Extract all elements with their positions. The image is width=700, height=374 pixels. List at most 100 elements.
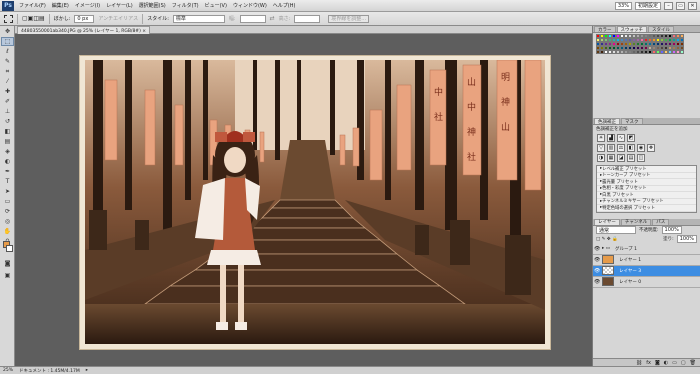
gradient-map-icon[interactable]: ▤	[627, 154, 635, 162]
visibility-eye-icon[interactable]: 👁	[594, 268, 600, 274]
quick-mask-icon[interactable]: ◙	[1, 259, 14, 268]
tab-masks[interactable]: マスク	[621, 118, 643, 125]
layer-row[interactable]: 👁 レイヤー 1	[593, 254, 700, 266]
brush-tool-icon[interactable]: ✐	[1, 97, 14, 106]
preset-label: 特定色域の選択 プリセット	[602, 205, 656, 211]
menu-item[interactable]: 選択範囲(S)	[136, 2, 169, 9]
layer-thumbnail	[602, 255, 614, 264]
tab-layers[interactable]: レイヤー	[594, 218, 620, 225]
width-input[interactable]	[239, 14, 266, 23]
quick-select-icon[interactable]: ✎	[1, 57, 14, 66]
exposure-icon[interactable]: ◩	[627, 134, 635, 142]
3d-camera-icon[interactable]: ◎	[1, 217, 14, 226]
refine-edge-button[interactable]: 境界線を調整...	[328, 14, 370, 23]
tab-swatches[interactable]: スウォッチ	[616, 26, 647, 33]
fill-input[interactable]: 100%	[676, 235, 697, 243]
shape-tool-icon[interactable]: ▭	[1, 197, 14, 206]
rectangular-marquee-icon[interactable]: ⬚	[1, 37, 14, 46]
menu-item[interactable]: レイヤー(L)	[103, 2, 136, 9]
link-icon[interactable]: ⛓	[636, 360, 642, 366]
restore-button[interactable]: ▭	[676, 1, 685, 10]
preset-label: 白黒 プリセット	[602, 192, 634, 198]
marquee-tool-icon[interactable]	[4, 14, 13, 23]
gradient-tool-icon[interactable]: ▤	[1, 137, 14, 146]
document-tab[interactable]: 44803550001ab340.JPG @ 25% (レイヤー 1, RGB/…	[17, 26, 151, 34]
tab-channels[interactable]: チャンネル	[620, 218, 652, 225]
menu-item[interactable]: ファイル(F)	[16, 2, 49, 9]
layer-row[interactable]: 👁 ▸ ▭ グループ 1	[593, 243, 700, 255]
mask-icon[interactable]: ◙	[655, 360, 660, 366]
tab-paths[interactable]: パス	[652, 218, 670, 225]
background-color-swatch[interactable]	[6, 245, 13, 252]
blur-tool-icon[interactable]: ◈	[1, 147, 14, 156]
visibility-eye-icon[interactable]: 👁	[594, 257, 600, 263]
menu-item[interactable]: 編集(E)	[49, 2, 72, 9]
selection-mode-icon[interactable]: ▢▣◫▤	[22, 15, 45, 22]
minimize-button[interactable]: –	[664, 1, 673, 10]
history-brush-icon[interactable]: ↺	[1, 117, 14, 126]
canvas-area[interactable]: 山 中 神 社 明 神 山 中 社	[15, 34, 592, 366]
channel-mixer-icon[interactable]: ❖	[647, 144, 655, 152]
crop-tool-icon[interactable]: ⌗	[1, 67, 14, 76]
adjustment-layer-icon[interactable]: ◐	[664, 360, 668, 366]
color-balance-icon[interactable]: ⚖	[617, 144, 625, 152]
fx-icon[interactable]: fx	[646, 360, 651, 366]
height-input[interactable]	[294, 14, 321, 23]
preset-item[interactable]: ▸ 特定色域の選択 プリセット	[597, 205, 696, 212]
threshold-icon[interactable]: ◪	[617, 154, 625, 162]
document-image[interactable]: 山 中 神 社 明 神 山 中 社	[85, 60, 545, 344]
posterize-icon[interactable]: ▦	[607, 154, 615, 162]
menu-item[interactable]: フィルタ(T)	[169, 2, 202, 9]
status-zoom[interactable]: 25%	[3, 368, 13, 373]
new-layer-icon[interactable]: ▢	[681, 360, 686, 366]
lasso-tool-icon[interactable]: ℓ	[1, 47, 14, 56]
screen-mode-icon[interactable]: ▣	[1, 271, 14, 280]
antialias-checkbox[interactable]: アンチエイリアス	[98, 15, 138, 22]
menu-item[interactable]: ヘルプ(H)	[270, 2, 299, 9]
brightness-icon[interactable]: ☀	[597, 134, 605, 142]
eyedropper-icon[interactable]: ⁄	[1, 77, 14, 86]
status-arrow-icon[interactable]: ▸	[86, 368, 88, 373]
menu-item[interactable]: イメージ(I)	[72, 2, 103, 9]
folder-icon[interactable]: ▭	[672, 360, 677, 366]
hue-saturation-icon[interactable]: ▥	[607, 144, 615, 152]
clone-stamp-icon[interactable]: ⊥	[1, 107, 14, 116]
feather-input[interactable]: 0 px	[74, 14, 95, 23]
selective-color-icon[interactable]: ◫	[637, 154, 645, 162]
lock-icons[interactable]: □ ✎ ✥ 🔒	[596, 237, 618, 242]
style-select[interactable]: 標準	[172, 14, 225, 23]
workspace-switcher[interactable]: 初期設定	[634, 1, 661, 10]
curves-icon[interactable]: ∿	[617, 134, 625, 142]
move-tool-icon[interactable]: ✥	[1, 27, 14, 36]
visibility-eye-icon[interactable]: 👁	[594, 279, 600, 285]
hand-tool-icon[interactable]: ✋	[1, 227, 14, 236]
close-button[interactable]: ✕	[688, 1, 697, 10]
trash-icon[interactable]: 🗑	[690, 360, 696, 366]
zoom-level-box[interactable]: 33%	[614, 1, 632, 10]
menu-item[interactable]: ウィンドウ(W)	[230, 2, 270, 9]
eraser-icon[interactable]: ◧	[1, 127, 14, 136]
type-tool-icon[interactable]: T	[1, 177, 14, 186]
opacity-input[interactable]: 100%	[661, 226, 682, 234]
tab-adjustments[interactable]: 色調補正	[594, 118, 620, 125]
levels-icon[interactable]: ▟	[607, 134, 615, 142]
invert-icon[interactable]: ◑	[597, 154, 605, 162]
healing-brush-icon[interactable]: ✚	[1, 87, 14, 96]
menu-item[interactable]: ビュー(V)	[202, 2, 230, 9]
visibility-eye-icon[interactable]: 👁	[594, 246, 600, 252]
3d-rotate-icon[interactable]: ⟳	[1, 207, 14, 216]
layer-row[interactable]: 👁 レイヤー 3	[593, 265, 700, 277]
layer-row[interactable]: 👁 レイヤー 0	[593, 276, 700, 288]
photo-filter-icon[interactable]: ◉	[637, 144, 645, 152]
dodge-tool-icon[interactable]: ◐	[1, 157, 14, 166]
vibrance-icon[interactable]: ▽	[597, 144, 605, 152]
path-select-icon[interactable]: ➤	[1, 187, 14, 196]
color-swatch[interactable]	[680, 50, 684, 54]
tab-styles[interactable]: スタイル	[648, 26, 674, 33]
tab-color[interactable]: カラー	[594, 26, 616, 33]
black-white-icon[interactable]: ◧	[627, 144, 635, 152]
pen-tool-icon[interactable]: ✒	[1, 167, 14, 176]
folder-icon[interactable]: ▸ ▭	[602, 246, 610, 251]
blend-mode-select[interactable]: 通常	[596, 226, 636, 234]
swap-icon[interactable]: ⇄	[270, 15, 275, 22]
